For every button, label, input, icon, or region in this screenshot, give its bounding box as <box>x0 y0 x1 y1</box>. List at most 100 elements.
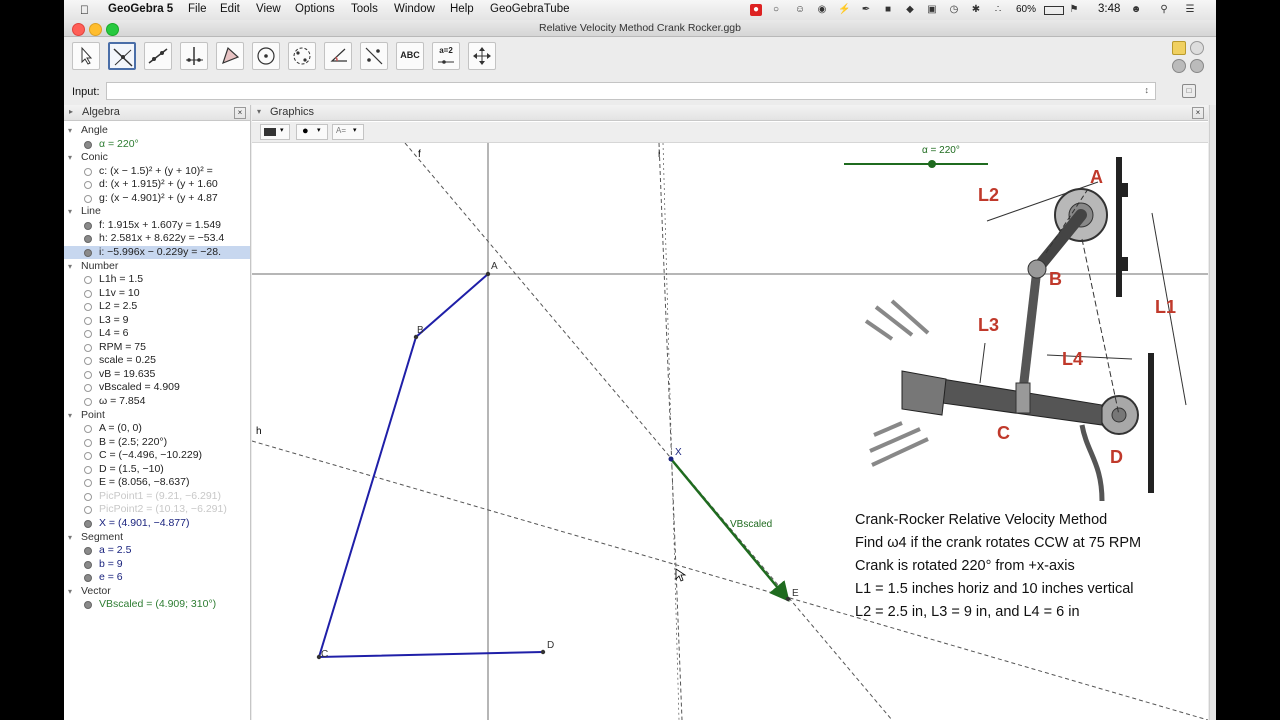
algebra-item[interactable]: L4 = 6 <box>64 327 250 340</box>
color-style-button[interactable]: ▾ <box>260 124 290 140</box>
bluetooth-icon[interactable]: ✱ <box>970 4 982 16</box>
algebra-item[interactable]: e = 6 <box>64 571 250 584</box>
visibility-toggle-icon[interactable] <box>84 506 92 515</box>
alpha-slider-knob[interactable] <box>927 160 936 168</box>
menu-tools[interactable]: Tools <box>351 3 378 15</box>
settings-gear-icon[interactable] <box>1190 59 1204 73</box>
algebra-category[interactable]: ▾ Line <box>64 205 250 218</box>
dropbox-icon[interactable]: ◆ <box>904 4 916 16</box>
lightning-icon[interactable]: ⚡ <box>838 4 850 16</box>
visibility-toggle-icon[interactable] <box>84 357 92 366</box>
circle-tool-button[interactable] <box>252 42 280 70</box>
flag-icon[interactable]: ⚑ <box>1068 4 1080 16</box>
menu-window[interactable]: Window <box>394 3 435 15</box>
clock[interactable]: 3:48 <box>1098 3 1120 15</box>
line-i[interactable] <box>658 143 683 720</box>
algebra-item[interactable]: i: −5.996x − 0.229y = −28. <box>64 245 250 259</box>
visibility-toggle-icon[interactable] <box>84 330 92 339</box>
visibility-toggle-icon[interactable] <box>84 438 92 447</box>
app-menu[interactable]: GeoGebra 5 <box>108 3 173 15</box>
algebra-item[interactable]: L3 = 9 <box>64 314 250 327</box>
linkage-segments[interactable] <box>317 273 544 659</box>
menu-help[interactable]: Help <box>450 3 474 15</box>
label-style-button[interactable]: A= ▾ <box>332 124 364 140</box>
algebra-category[interactable]: ▾ Number <box>64 260 250 273</box>
help-icon[interactable] <box>1172 59 1186 73</box>
visibility-toggle-icon[interactable] <box>84 194 92 203</box>
visibility-toggle-icon[interactable] <box>84 181 92 190</box>
visibility-toggle-icon[interactable] <box>84 601 92 610</box>
point-e[interactable] <box>785 596 791 602</box>
visibility-toggle-icon[interactable] <box>84 343 92 352</box>
algebra-item[interactable]: L1h = 1.5 <box>64 273 250 286</box>
time-machine-icon[interactable]: ◷ <box>948 4 960 16</box>
visibility-toggle-icon[interactable] <box>84 479 92 488</box>
algebra-item[interactable]: L2 = 2.5 <box>64 300 250 313</box>
visibility-toggle-icon[interactable] <box>84 560 92 569</box>
smiley-icon[interactable]: ☺ <box>794 4 806 16</box>
visibility-toggle-icon[interactable] <box>84 370 92 379</box>
visibility-toggle-icon[interactable] <box>84 276 92 285</box>
angle-tool-button[interactable] <box>324 42 352 70</box>
collapse-triangle-icon[interactable]: ▸ <box>69 107 73 116</box>
graphics-collapse-icon[interactable]: ▾ <box>257 107 261 116</box>
algebra-item[interactable]: f: 1.915x + 1.607y = 1.549 <box>64 219 250 232</box>
input-help-icon[interactable]: □ <box>1182 84 1196 98</box>
algebra-item[interactable]: a = 2.5 <box>64 544 250 557</box>
visibility-toggle-icon[interactable] <box>84 289 92 298</box>
evernote-icon[interactable]: ■ <box>882 4 894 16</box>
algebra-item[interactable]: A = (0, 0) <box>64 422 250 435</box>
user-icon[interactable]: ☻ <box>1130 4 1142 16</box>
perpendicular-line-tool-button[interactable] <box>108 42 136 70</box>
sidebar-grip[interactable] <box>1209 105 1216 720</box>
point-style-button[interactable]: ● ▾ <box>296 124 328 140</box>
visibility-toggle-icon[interactable] <box>84 221 92 230</box>
category-toggle-icon[interactable]: ▾ <box>68 124 72 137</box>
algebra-item[interactable]: vB = 19.635 <box>64 368 250 381</box>
notification-center-icon[interactable]: ☰ <box>1184 4 1196 16</box>
menu-geogebratube[interactable]: GeoGebraTube <box>490 3 569 15</box>
algebra-item[interactable]: PicPoint2 = (10.13, −6.291) <box>64 503 250 516</box>
open-file-icon[interactable] <box>1172 41 1186 55</box>
battery-icon[interactable] <box>1044 6 1064 15</box>
algebra-item[interactable]: scale = 0.25 <box>64 354 250 367</box>
algebra-item[interactable]: RPM = 75 <box>64 341 250 354</box>
apple-menu-icon[interactable]:  <box>80 3 89 17</box>
category-toggle-icon[interactable]: ▾ <box>68 260 72 273</box>
visibility-toggle-icon[interactable] <box>84 519 92 528</box>
visibility-toggle-icon[interactable] <box>84 465 92 474</box>
menu-options[interactable]: Options <box>295 3 335 15</box>
circle-status-icon[interactable]: ○ <box>770 4 782 16</box>
category-toggle-icon[interactable]: ▾ <box>68 531 72 544</box>
display-icon[interactable]: ▣ <box>926 4 938 16</box>
shield-icon[interactable]: ◉ <box>816 4 828 16</box>
algebra-item[interactable]: PicPoint1 = (9.21, −6.291) <box>64 490 250 503</box>
input-history-icon[interactable]: ↕ <box>1145 85 1150 95</box>
menu-view[interactable]: View <box>256 3 281 15</box>
algebra-item[interactable]: c: (x − 1.5)² + (y + 10)² = <box>64 165 250 178</box>
algebra-item[interactable]: X = (4.901, −4.877) <box>64 517 250 530</box>
visibility-toggle-icon[interactable] <box>84 547 92 556</box>
algebra-category[interactable]: ▾ Angle <box>64 124 250 137</box>
point-x[interactable] <box>668 456 674 462</box>
polygon-tool-button[interactable] <box>216 42 244 70</box>
category-toggle-icon[interactable]: ▾ <box>68 205 72 218</box>
visibility-toggle-icon[interactable] <box>84 398 92 406</box>
visibility-toggle-icon[interactable] <box>84 425 92 434</box>
algebra-item[interactable]: L1v = 10 <box>64 287 250 300</box>
pen-icon[interactable]: ✒ <box>860 4 872 16</box>
move-graphics-view-button[interactable] <box>468 42 496 70</box>
close-algebra-icon[interactable]: × <box>234 107 246 119</box>
algebra-item[interactable]: B = (2.5; 220°) <box>64 436 250 449</box>
algebra-category[interactable]: ▾ Conic <box>64 151 250 164</box>
menu-file[interactable]: File <box>188 3 207 15</box>
record-icon[interactable]: ● <box>750 4 762 16</box>
line-f[interactable] <box>404 143 893 720</box>
move-tool-button[interactable] <box>72 42 100 70</box>
category-toggle-icon[interactable]: ▾ <box>68 409 72 422</box>
perpendicular-bisector-tool-button[interactable] <box>180 42 208 70</box>
visibility-toggle-icon[interactable] <box>84 384 92 393</box>
point-a[interactable] <box>485 271 491 277</box>
algebra-item[interactable]: h: 2.581x + 8.622y = −53.4 <box>64 232 250 245</box>
algebra-item[interactable]: α = 220° <box>64 138 250 151</box>
